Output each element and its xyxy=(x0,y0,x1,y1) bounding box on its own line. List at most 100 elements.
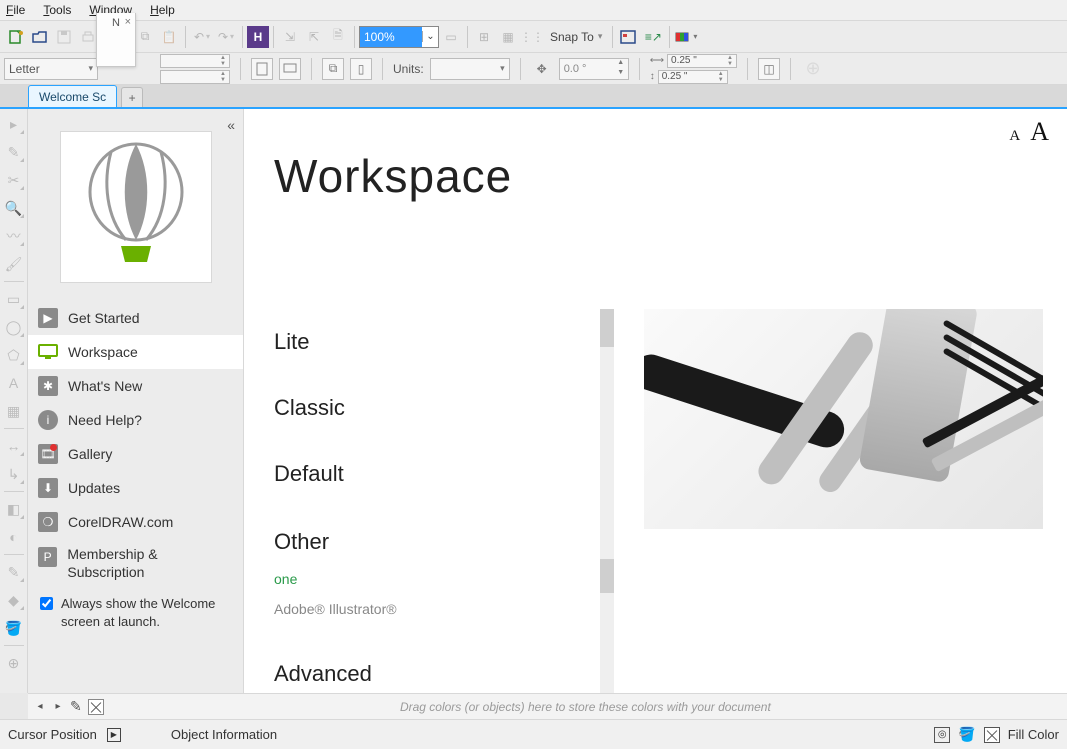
p-badge-icon: P xyxy=(38,547,57,567)
open-button[interactable] xyxy=(28,25,52,49)
page-dimensions: ▲▼ ▲▼ xyxy=(160,54,230,84)
palette-menu[interactable]: ▸ xyxy=(52,699,64,715)
show-rulers-button[interactable]: ⊞ xyxy=(472,25,496,49)
new-doc-button[interactable] xyxy=(4,25,28,49)
collapse-sidebar-button[interactable]: « xyxy=(227,117,235,133)
font-size-toggle: A A xyxy=(1009,117,1049,147)
font-small-button[interactable]: A xyxy=(1009,128,1020,145)
color-theme-button[interactable] xyxy=(674,25,698,49)
shape-tool[interactable]: ✎ xyxy=(3,141,25,163)
page-height-field[interactable]: ▲▼ xyxy=(160,70,230,84)
nav-gallery[interactable]: 🎞 Gallery xyxy=(28,437,243,471)
transparency-tool[interactable]: ◐ xyxy=(3,526,25,548)
workspace-option-illustrator[interactable]: Adobe® Illustrator® xyxy=(274,591,609,621)
nudge-distance-field[interactable]: 0.0 °▲▼ xyxy=(559,58,629,80)
cursor-position-toggle[interactable]: ▶ xyxy=(107,728,121,742)
menu-tools[interactable]: Tools xyxy=(43,3,71,17)
workspace-list-scrollbar[interactable] xyxy=(600,309,614,693)
zoom-value[interactable]: 100% xyxy=(360,27,422,47)
quick-customize-plus[interactable]: ⊕ xyxy=(801,57,825,81)
palette-scroll-left[interactable]: ◂ xyxy=(34,699,46,715)
nav-need-help[interactable]: i Need Help? xyxy=(28,403,243,437)
pick-tool[interactable]: ▸ xyxy=(3,113,25,135)
dup-x-field[interactable]: 0.25 "▲▼ xyxy=(667,54,737,68)
portrait-button[interactable] xyxy=(251,58,273,80)
table-tool[interactable]: ▦ xyxy=(3,400,25,422)
close-icon[interactable]: × xyxy=(125,16,131,28)
always-show-label: Always show the Welcome screen at launch… xyxy=(61,595,233,630)
color-proof-button[interactable]: ◎ xyxy=(934,727,950,743)
publish-pdf-button[interactable]: 🗎 xyxy=(326,25,350,49)
artistic-media-tool[interactable]: 🖌 xyxy=(3,253,25,275)
current-page-button[interactable]: ▯ xyxy=(350,58,372,80)
fill-color-swatch[interactable] xyxy=(984,727,1000,743)
nav-label: Gallery xyxy=(68,446,112,462)
save-button[interactable] xyxy=(52,25,76,49)
snap-to-dropdown[interactable]: Snap To▾ xyxy=(544,30,608,44)
dup-y-field[interactable]: 0.25 "▲▼ xyxy=(658,70,728,84)
polygon-tool[interactable]: ⬠ xyxy=(3,344,25,366)
freehand-tool[interactable]: 〰 xyxy=(3,225,25,247)
workspace-option-classic[interactable]: Classic xyxy=(274,375,609,441)
notification-badge xyxy=(50,444,57,451)
status-bar: Cursor Position ▶ Object Information ◎ 🪣… xyxy=(0,719,1067,749)
nav-coreldraw-com[interactable]: ❍ CorelDRAW.com xyxy=(28,505,243,539)
rectangle-tool[interactable]: ▭ xyxy=(3,288,25,310)
floating-docker-tab[interactable]: N × xyxy=(96,13,136,67)
search-content-button[interactable]: H xyxy=(247,26,269,48)
options-button[interactable] xyxy=(617,25,641,49)
workspace-option-one[interactable]: one xyxy=(274,561,609,591)
new-tab-button[interactable]: + xyxy=(121,87,143,107)
eyedropper-icon[interactable]: ✎ xyxy=(70,698,82,715)
nav-label: Get Started xyxy=(68,310,140,326)
zoom-tool[interactable]: 🔍 xyxy=(3,197,25,219)
all-pages-button[interactable]: ⧉ xyxy=(322,58,344,80)
menu-file[interactable]: File xyxy=(6,3,25,17)
page-size-combo[interactable]: Letter ▾ xyxy=(4,58,98,80)
copy-button[interactable]: ⧉ xyxy=(133,25,157,49)
ellipse-tool[interactable]: ◯ xyxy=(3,316,25,338)
no-color-swatch[interactable] xyxy=(88,699,104,715)
workspace-option-lite[interactable]: Lite xyxy=(274,309,609,375)
nav-workspace[interactable]: Workspace xyxy=(28,335,243,369)
app-logo xyxy=(60,131,212,283)
bucket-icon[interactable]: 🪣 xyxy=(958,726,975,743)
page-width-field[interactable]: ▲▼ xyxy=(160,54,230,68)
units-combo[interactable]: ▾ xyxy=(430,58,510,80)
quick-customize-toolbox[interactable]: ⊕ xyxy=(3,652,25,674)
doc-tab-welcome[interactable]: Welcome Sc xyxy=(28,85,117,107)
crop-tool[interactable]: ✂ xyxy=(3,169,25,191)
nav-membership[interactable]: P Membership & Subscription xyxy=(28,539,243,587)
full-screen-button[interactable]: ▭ xyxy=(439,25,463,49)
text-tool[interactable]: A xyxy=(3,372,25,394)
landscape-button[interactable] xyxy=(279,58,301,80)
fill-color-label: Fill Color xyxy=(1008,727,1059,742)
drop-shadow-tool[interactable]: ◧ xyxy=(3,498,25,520)
connector-tool[interactable]: ↳ xyxy=(3,463,25,485)
nav-get-started[interactable]: ▶ Get Started xyxy=(28,301,243,335)
zoom-dropdown-arrow[interactable]: ⌄ xyxy=(422,31,438,42)
always-show-checkbox[interactable] xyxy=(40,597,53,610)
eyedropper-tool[interactable]: ✎ xyxy=(3,561,25,583)
show-grid-button[interactable]: ▦ xyxy=(496,25,520,49)
menu-help[interactable]: Help xyxy=(150,3,175,17)
nav-whats-new[interactable]: ✱ What's New xyxy=(28,369,243,403)
welcome-content: A A Workspace Lite Classic Default Other… xyxy=(244,109,1067,693)
show-guides-button[interactable]: ⋮⋮ xyxy=(520,25,544,49)
dimension-tool[interactable]: ↔ xyxy=(3,435,25,457)
nav-updates[interactable]: ⬇ Updates xyxy=(28,471,243,505)
export-button[interactable]: ⇱ xyxy=(302,25,326,49)
import-button[interactable]: ⇲ xyxy=(278,25,302,49)
undo-button[interactable]: ↶ xyxy=(190,25,214,49)
fill-tool[interactable]: ◆ xyxy=(3,589,25,611)
floating-tab-label: N xyxy=(112,17,120,29)
zoom-level-combo[interactable]: 100% ⌄ xyxy=(359,26,439,48)
nav-label: Membership & Subscription xyxy=(67,545,233,581)
redo-button[interactable]: ↷ xyxy=(214,25,238,49)
treat-as-filled-button[interactable]: ◫ xyxy=(758,58,780,80)
workspace-option-default[interactable]: Default xyxy=(274,441,609,507)
font-large-button[interactable]: A xyxy=(1030,117,1049,147)
paste-button[interactable]: 📋 xyxy=(157,25,181,49)
app-launcher-button[interactable]: ≡↗ xyxy=(641,25,665,49)
smart-fill-tool[interactable]: 🪣 xyxy=(3,617,25,639)
